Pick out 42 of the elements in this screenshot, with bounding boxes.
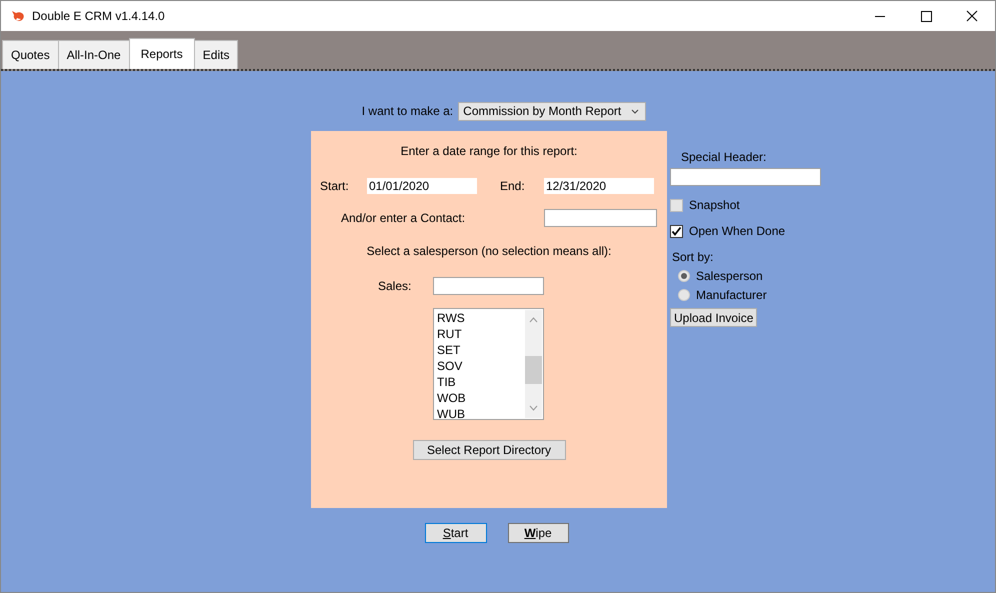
special-header-label: Special Header: <box>681 150 766 164</box>
end-label: End: <box>500 179 526 193</box>
salesperson-heading: Select a salesperson (no selection means all): <box>366 244 612 258</box>
start-label: Start: <box>320 179 350 193</box>
radio-button[interactable] <box>678 289 690 301</box>
radio-label: Salesperson <box>696 269 763 283</box>
date-range-heading: Enter a date range for this report: <box>400 144 578 158</box>
contact-label: And/or enter a Contact: <box>341 211 466 225</box>
special-header-field[interactable] <box>670 168 821 186</box>
sales-label: Sales: <box>378 279 412 293</box>
window-title: Double E CRM v1.4.14.0 <box>32 9 165 23</box>
tab[interactable]: Edits <box>194 40 238 69</box>
sales-field[interactable] <box>433 277 544 295</box>
list-item[interactable]: TIB <box>437 374 524 390</box>
list-item[interactable]: WOB <box>437 390 524 406</box>
tab[interactable]: All-In-One <box>58 40 130 69</box>
salesperson-list[interactable]: RWS RUT SET SOV TIB WOB WUB <box>433 308 544 420</box>
action-button[interactable]: Wipe <box>508 523 568 543</box>
upload-invoice-button[interactable]: Upload Invoice <box>670 308 758 327</box>
list-item[interactable]: RWS <box>437 310 524 326</box>
checkbox-label: Snapshot <box>689 198 740 212</box>
fox-logo-icon <box>10 8 26 24</box>
radio-button[interactable] <box>678 270 690 282</box>
tab[interactable]: Quotes <box>2 40 59 69</box>
tab[interactable]: Reports <box>128 38 195 69</box>
list-item[interactable]: RUT <box>437 326 524 342</box>
start-date-field[interactable]: 01/01/2020 <box>367 178 477 194</box>
end-date-field[interactable]: 12/31/2020 <box>544 178 654 194</box>
list-item[interactable]: SET <box>437 342 524 358</box>
checkbox-label: Open When Done <box>689 224 786 238</box>
contact-field[interactable] <box>544 209 657 227</box>
report-type-dropdown[interactable]: Commission by Month Report <box>458 102 646 120</box>
list-item[interactable]: SOV <box>437 358 524 374</box>
caret-icon <box>631 108 640 114</box>
checkbox[interactable] <box>670 224 683 238</box>
report-type-label: I want to make a: <box>362 104 454 118</box>
list-item[interactable]: WUB <box>437 406 524 419</box>
action-button[interactable]: Start <box>424 523 486 543</box>
scrollbar-drawing[interactable] <box>525 310 542 418</box>
radio-label: Manufacturer <box>696 288 767 302</box>
sort-label: Sort by: <box>672 250 714 264</box>
select-report-directory-button[interactable]: Select Report Directory <box>412 440 566 460</box>
